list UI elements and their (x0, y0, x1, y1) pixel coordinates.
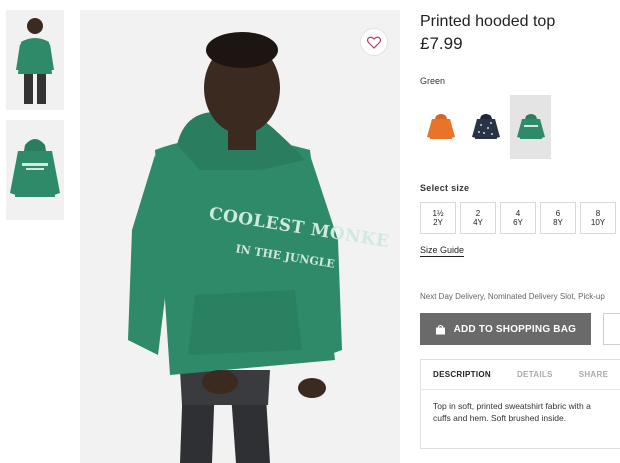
model-thumbnail-icon (16, 18, 54, 104)
product-details-box: DESCRIPTION DETAILS SHARE Top in soft, p… (420, 359, 620, 449)
size-option-top: 6 (555, 209, 561, 218)
add-to-bag-button[interactable]: ADD TO SHOPPING BAG (420, 313, 591, 345)
selected-color-label: Green (420, 76, 446, 86)
delivery-info: Next Day Delivery, Nominated Delivery Sl… (420, 292, 605, 301)
tab-share[interactable]: SHARE (579, 370, 609, 379)
description-line-2: cuffs and hem. Soft brushed inside. (433, 413, 567, 423)
description-line-1: Top in soft, printed sweatshirt fabric w… (433, 401, 591, 411)
description-text: Top in soft, printed sweatshirt fabric w… (421, 390, 620, 424)
color-swatches (420, 95, 620, 159)
swatch-orange[interactable] (420, 95, 461, 159)
size-option-top: 8 (595, 209, 601, 218)
detail-tabs: DESCRIPTION DETAILS SHARE (421, 360, 620, 390)
navy-hoodie-icon (471, 114, 500, 139)
heart-icon (367, 36, 381, 49)
product-price: £7.99 (420, 34, 463, 53)
select-size-label: Select size (420, 183, 470, 193)
swatch-navy[interactable] (465, 95, 506, 159)
size-option-1-2y[interactable]: 1½ 2Y (420, 202, 456, 234)
purchase-actions: ADD TO SHOPPING BAG (420, 313, 620, 345)
size-option-top: 4 (515, 209, 521, 218)
tab-details[interactable]: DETAILS (517, 370, 553, 379)
thumbnail-model[interactable] (6, 10, 64, 110)
size-option-bottom: 2Y (433, 218, 443, 227)
size-option-top: 2 (475, 209, 481, 218)
swatch-green[interactable] (510, 95, 551, 159)
product-title: Printed hooded top (420, 13, 556, 30)
thumbnail-hoodie[interactable] (6, 120, 64, 220)
size-option-bottom: 4Y (473, 218, 483, 227)
size-option-top: 1½ (432, 209, 444, 218)
size-option-4-6y[interactable]: 4 6Y (500, 202, 536, 234)
size-option-bottom: 10Y (590, 218, 606, 227)
save-favourite-button[interactable] (602, 313, 620, 345)
size-option-bottom: 8Y (553, 218, 563, 227)
size-option-bottom: 6Y (513, 218, 523, 227)
tab-description[interactable]: DESCRIPTION (433, 370, 491, 379)
thumbnail-list (6, 10, 66, 230)
size-option-2-4y[interactable]: 2 4Y (460, 202, 496, 234)
product-info-panel: Printed hooded top £7.99 Green Select si… (420, 12, 620, 449)
hoodie-thumbnail-icon (10, 139, 60, 197)
size-option-8-10y[interactable]: 8 10Y (580, 202, 616, 234)
shopping-bag-icon (435, 324, 445, 334)
green-hoodie-icon (516, 114, 545, 139)
size-options: 1½ 2Y 2 4Y 4 6Y 6 8Y 8 10Y (420, 202, 620, 234)
orange-hoodie-icon (426, 114, 455, 139)
add-to-bag-label: ADD TO SHOPPING BAG (453, 323, 577, 335)
favourite-button[interactable] (360, 28, 388, 56)
product-image: COOLEST MONKE IN THE JUNGLE (80, 10, 400, 463)
size-guide-link[interactable]: Size Guide (420, 245, 465, 257)
size-option-6-8y[interactable]: 6 8Y (540, 202, 576, 234)
